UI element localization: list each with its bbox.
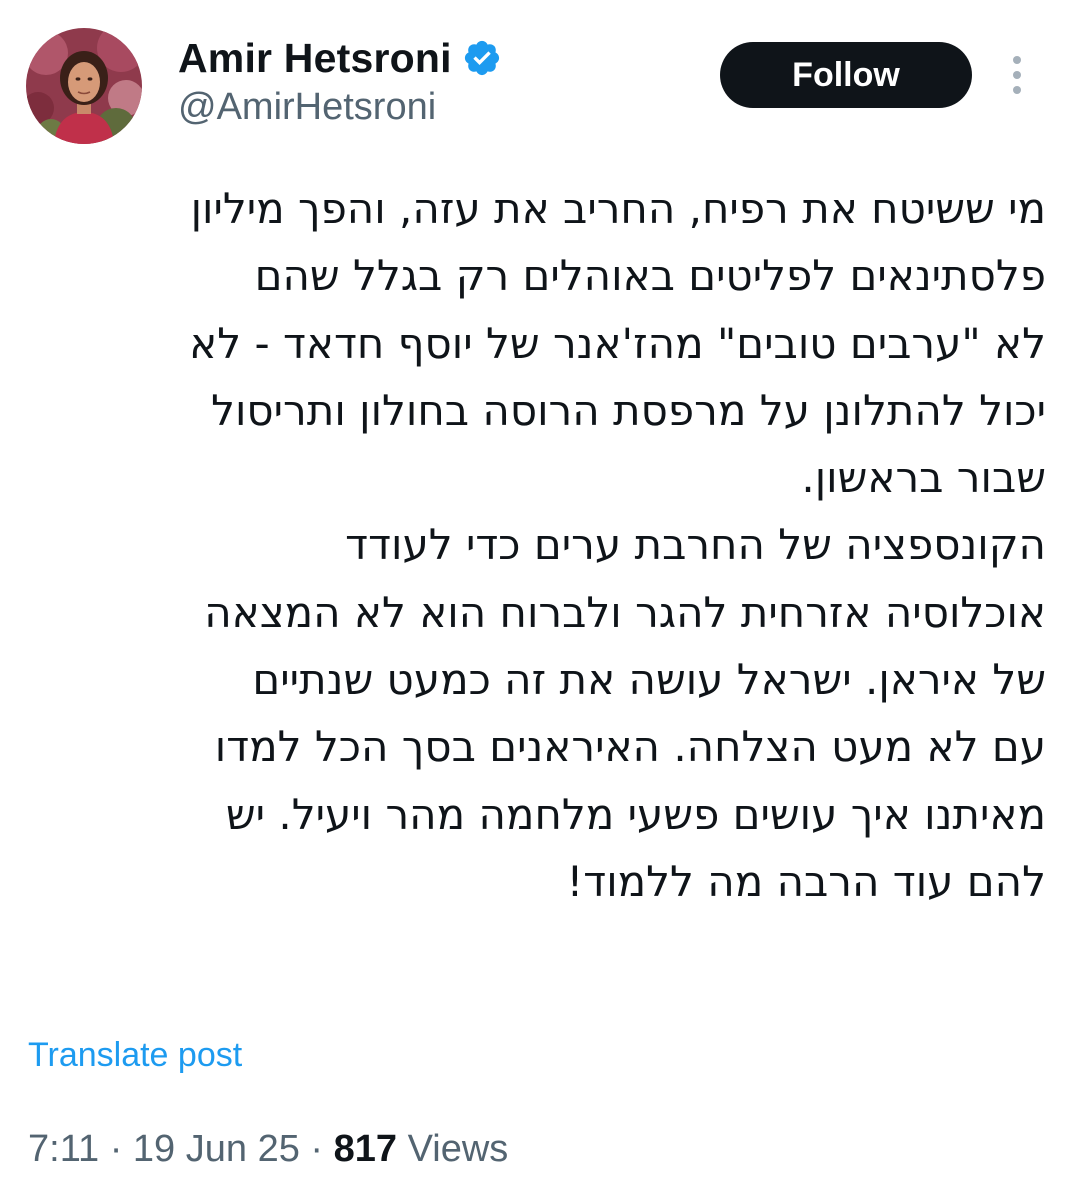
tweet-text: מי ששיטח את רפיח, החריב את עזה, והפך מיל…	[30, 175, 1046, 915]
post-time[interactable]: 7:11	[28, 1128, 99, 1170]
tweet-text-line: שבור בראשון.	[801, 453, 1046, 503]
meta-separator: ·	[310, 1128, 324, 1170]
follow-button[interactable]: Follow	[720, 42, 972, 108]
tweet-text-line: עם לא מעט הצלחה. האיראנים בסך הכל למדו	[214, 722, 1046, 772]
tweet-text-line: יכול להתלונן על מרפסת הרוסה בחולון ותריס…	[211, 385, 1046, 435]
tweet-text-line: הקונספציה של החרבת ערים כדי לעודד	[345, 520, 1046, 570]
post-date[interactable]: 19 Jun 25	[133, 1128, 300, 1170]
author-handle[interactable]: @AmirHetsroni	[178, 84, 436, 130]
tweet-text-line: לא "ערבים טובים" מהז'אנר של יוסף חדאד - …	[189, 318, 1046, 368]
author-display-name[interactable]: Amir Hetsroni	[178, 34, 452, 82]
tweet-text-line: להם עוד הרבה מה ללמוד!	[566, 856, 1046, 906]
views-count: 817	[333, 1128, 398, 1170]
more-vertical-icon[interactable]	[1000, 50, 1034, 100]
verified-badge-icon[interactable]	[462, 38, 502, 78]
translate-post-link[interactable]: Translate post	[28, 1034, 242, 1076]
views-label: Views	[407, 1128, 509, 1170]
profile-photo	[26, 28, 142, 144]
post-meta: 7:11 · 19 Jun 25 · 817 Views	[28, 1126, 508, 1172]
tweet-text-line: מאיתנו איך עושים פשעי מלחמה מהר ויעיל. י…	[225, 789, 1046, 839]
tweet-text-line: אוכלוסיה אזרחית להגר ולברוח הוא לא המצאה	[204, 587, 1046, 637]
avatar[interactable]	[26, 28, 142, 144]
tweet-text-line: פלסתינאים לפליטים באוהלים רק בגלל שהם	[254, 251, 1046, 301]
tweet-text-line: מי ששיטח את רפיח, החריב את עזה, והפך מיל…	[190, 184, 1046, 233]
tweet-text-line: של איראן. ישראל עושה את זה כמעט שנתיים	[252, 655, 1046, 705]
author-name-row: Amir Hetsroni	[178, 34, 502, 82]
meta-separator: ·	[109, 1128, 123, 1170]
